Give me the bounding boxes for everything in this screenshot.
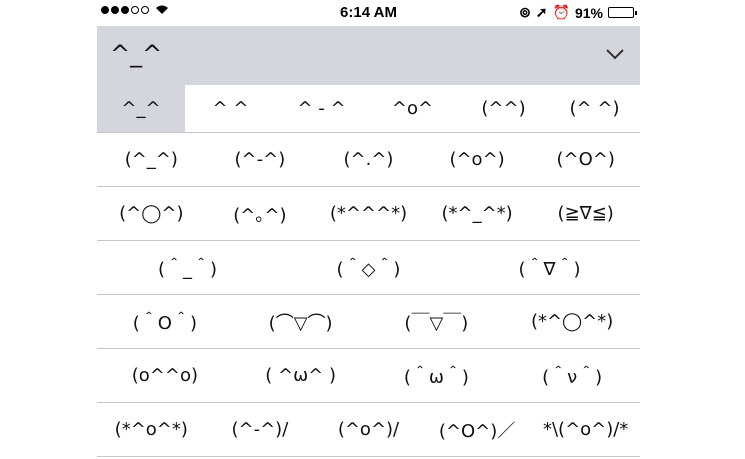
battery-icon (608, 7, 637, 18)
kaomoji-key[interactable]: (＾◇＾) (278, 241, 459, 294)
kaomoji-key[interactable]: (＾_＾) (97, 241, 278, 294)
kaomoji-key[interactable]: (*^◯^*) (504, 295, 640, 348)
kaomoji-key[interactable]: ( ^ω^ ) (233, 349, 369, 402)
kaomoji-grid: ^_^ ^ ^ ^ - ^ ^o^ (^^) (^ ^) (^_^) (^-^) (^.^) (^… (97, 85, 640, 457)
kaomoji-key[interactable]: (^O^) (531, 133, 640, 186)
kaomoji-key[interactable]: (＾ω＾) (369, 349, 505, 402)
kaomoji-key[interactable]: ^o^ (367, 85, 458, 132)
kaomoji-key[interactable]: (^ ^) (549, 85, 640, 132)
status-bar: 6:14 AM ⊚ ➚ ⏰ 91% (97, 0, 640, 26)
category-header[interactable]: ^_^ (97, 26, 640, 85)
kaomoji-key[interactable]: (*^o^*) (97, 403, 206, 456)
category-title: ^_^ (110, 40, 163, 68)
kaomoji-key[interactable]: (＾O＾) (97, 295, 233, 348)
kaomoji-key[interactable]: (＾∇＾) (459, 241, 640, 294)
kaomoji-key[interactable]: (*^^^*) (314, 187, 423, 240)
kaomoji-row: (＾O＾) (⌒▽⌒) (￣▽￣) (*^◯^*) (97, 295, 640, 349)
kaomoji-row: ^_^ ^ ^ ^ - ^ ^o^ (^^) (^ ^) (97, 85, 640, 133)
kaomoji-key[interactable]: ^_^ (97, 85, 185, 132)
kaomoji-row: (^◯^) (^｡^) (*^^^*) (*^_^*) (≧∇≦) (97, 187, 640, 241)
kaomoji-row: (^_^) (^-^) (^.^) (^o^) (^O^) (97, 133, 640, 187)
kaomoji-row: (*^o^*) (^-^)/(^o^)/(^O^)／ *\(^o^)/* (97, 403, 640, 457)
status-icons: ⊚ ➚ ⏰ 91% (519, 4, 637, 21)
kaomoji-key[interactable]: (≧∇≦) (531, 187, 640, 240)
kaomoji-key[interactable]: (⌒▽⌒) (233, 295, 369, 348)
battery-percent: 91% (574, 4, 603, 21)
rotation-lock-icon: ⊚ (519, 4, 531, 20)
kaomoji-key[interactable]: ^ ^ (185, 85, 276, 132)
alarm-icon: ⏰ (552, 4, 570, 20)
kaomoji-key[interactable]: (^o^) (423, 133, 532, 186)
kaomoji-key[interactable]: (^.^) (314, 133, 423, 186)
chevron-down-icon[interactable] (604, 46, 626, 62)
kaomoji-key[interactable]: (o^^o) (97, 349, 233, 402)
kaomoji-key[interactable]: (^◯^) (97, 187, 206, 240)
kaomoji-key[interactable]: (￣▽￣) (369, 295, 505, 348)
kaomoji-row: (＾_＾) (＾◇＾) (＾∇＾) (97, 241, 640, 295)
kaomoji-key[interactable]: ^ - ^ (276, 85, 367, 132)
kaomoji-key[interactable]: (*^_^*) (423, 187, 532, 240)
kaomoji-key[interactable]: (＾ν＾) (504, 349, 640, 402)
phone-screen: 6:14 AM ⊚ ➚ ⏰ 91% ^_^ ^_^ ^ ^ ^ - ^ ^o^ (^^)… (97, 0, 640, 459)
kaomoji-key[interactable]: (^O^)／ (423, 403, 532, 456)
kaomoji-key[interactable]: (^^) (458, 85, 549, 132)
kaomoji-row: (o^^o)( ^ω^ ) (＾ω＾) (＾ν＾) (97, 349, 640, 403)
kaomoji-key[interactable]: (^｡^) (206, 187, 315, 240)
kaomoji-key[interactable]: (^o^)/ (314, 403, 423, 456)
kaomoji-key[interactable]: *\(^o^)/* (531, 403, 640, 456)
kaomoji-key[interactable]: (^_^) (97, 133, 206, 186)
location-icon: ➚ (535, 4, 548, 20)
kaomoji-key[interactable]: (^-^)/ (206, 403, 315, 456)
kaomoji-key[interactable]: (^-^) (206, 133, 315, 186)
